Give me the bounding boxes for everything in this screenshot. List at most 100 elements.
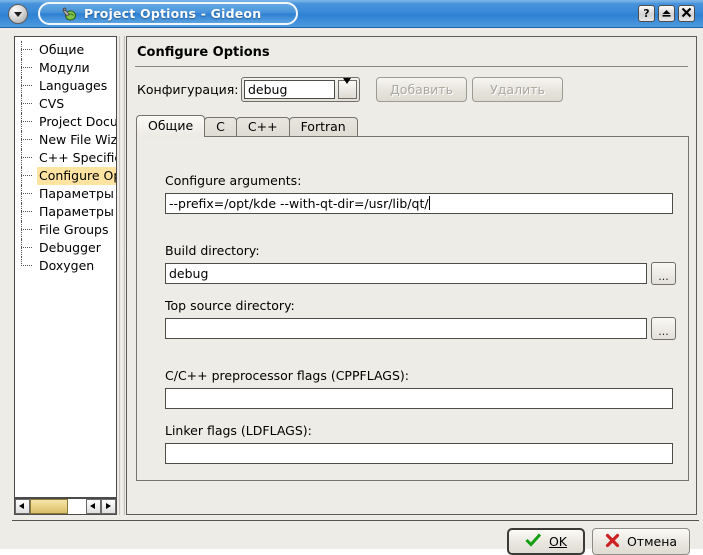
sidebar-item[interactable]: Doxygen (15, 257, 116, 275)
tab[interactable]: Общие (136, 115, 205, 137)
tree-stem (21, 239, 22, 257)
close-button[interactable] (678, 5, 695, 22)
tree-branch (21, 247, 32, 248)
sidebar-item-label: Project Docum (37, 113, 116, 131)
close-x-icon (681, 7, 692, 20)
tab-label: C (216, 119, 225, 134)
ok-label: OK (549, 534, 567, 549)
tab[interactable]: C++ (236, 117, 290, 137)
sidebar-item-label: Doxygen (37, 257, 96, 275)
tree-stem (21, 221, 22, 239)
tab[interactable]: C (204, 117, 237, 137)
tree-stem (21, 167, 22, 185)
field-label: Top source directory: (165, 298, 295, 313)
scroll-right-button[interactable] (101, 499, 116, 514)
options-category-tree[interactable]: ОбщиеМодулиLanguagesCVSProject DocumNew … (14, 36, 117, 498)
tree-branch (21, 265, 32, 266)
chevron-down-icon[interactable] (338, 80, 357, 99)
tree-stem (21, 131, 22, 149)
sidebar-item[interactable]: File Groups (15, 221, 116, 239)
tab-label: C++ (248, 119, 278, 134)
shade-button[interactable] (658, 5, 675, 22)
tree-branch (21, 157, 32, 158)
field-input[interactable]: --prefix=/opt/kde --with-qt-dir=/usr/lib… (165, 193, 673, 214)
green-check-icon (525, 533, 542, 550)
tree-branch (21, 49, 32, 50)
sidebar-item[interactable]: CVS (15, 95, 116, 113)
sidebar-item[interactable]: Languages (15, 77, 116, 95)
sidebar-item-label: CVS (37, 95, 66, 113)
add-configuration-button[interactable]: Добавить (376, 77, 467, 102)
tree-stem (21, 149, 22, 167)
scroll-left-button[interactable] (15, 499, 30, 514)
remove-configuration-button[interactable]: Удалить (472, 77, 563, 102)
remove-button-label: Удалить (490, 82, 545, 97)
tree-branch (21, 103, 32, 104)
tree-list: ОбщиеМодулиLanguagesCVSProject DocumNew … (15, 37, 116, 275)
tree-branch (21, 85, 32, 86)
sidebar-item-label: Модули (37, 59, 92, 77)
window-title: Project Options - Gideon (84, 6, 261, 21)
browse-button[interactable]: ... (651, 262, 676, 285)
ellipsis-icon: ... (658, 271, 669, 282)
browse-button[interactable]: ... (651, 317, 676, 340)
sidebar-item-label: Debugger (37, 239, 103, 257)
red-x-icon (605, 533, 620, 551)
sidebar-item[interactable]: Параметры п (15, 203, 116, 221)
ok-label-text: OK (549, 534, 567, 549)
sidebar-item[interactable]: Общие (15, 41, 116, 59)
tree-branch (21, 121, 32, 122)
field-label: Configure arguments: (165, 173, 301, 188)
scrollbar-track[interactable] (30, 499, 86, 514)
field-label: C/C++ preprocessor flags (CPPFLAGS): (165, 368, 409, 383)
window-title-capsule: Project Options - Gideon (38, 2, 298, 25)
tab-label: Общие (148, 118, 193, 133)
field-input[interactable] (165, 443, 673, 464)
dropdown-glyph (343, 84, 352, 98)
configuration-combobox[interactable]: debug (241, 77, 360, 102)
cancel-button[interactable]: Отмена (592, 528, 690, 555)
sidebar-item[interactable]: Project Docum (15, 113, 116, 131)
tree-stem (21, 41, 22, 59)
tree-branch (21, 175, 32, 176)
footer-divider (12, 520, 699, 521)
sidebar-item[interactable]: Debugger (15, 239, 116, 257)
tree-stem (21, 203, 22, 221)
help-button[interactable]: ? (638, 5, 655, 22)
field-input[interactable]: debug (165, 263, 647, 284)
scrollbar-thumb[interactable] (30, 499, 68, 514)
tree-branch (21, 139, 32, 140)
tree-horizontal-scrollbar[interactable] (14, 498, 117, 515)
tree-stem (21, 59, 22, 77)
tab[interactable]: Fortran (289, 117, 358, 137)
field-input[interactable] (165, 318, 647, 339)
sidebar-item[interactable]: Configure Op (15, 167, 116, 185)
field-input[interactable] (165, 388, 673, 409)
sidebar-item[interactable]: C++ Specific (15, 149, 116, 167)
window-menu-button[interactable] (8, 4, 28, 24)
tree-stem (21, 95, 22, 113)
language-tab-bar: Общие C C++ Fortran (136, 115, 357, 137)
sidebar-item-label: Параметры п (37, 203, 116, 221)
tree-stem (21, 185, 22, 203)
scroll-arrow-pair[interactable] (86, 499, 116, 514)
field-value: --prefix=/opt/kde --with-qt-dir=/usr/lib… (169, 196, 429, 211)
sidebar-item-label: Параметры з (37, 185, 116, 203)
ellipsis-icon: ... (658, 326, 669, 337)
project-options-dialog: Project Options - Gideon ? ОбщиеМо (0, 0, 703, 549)
tree-branch (21, 211, 32, 212)
configuration-value[interactable]: debug (244, 80, 335, 99)
tree-stem (21, 77, 22, 95)
scroll-left-button-2[interactable] (86, 499, 101, 514)
sidebar-item-label: Общие (37, 41, 86, 59)
sidebar-item[interactable]: Модули (15, 59, 116, 77)
field-value: debug (169, 266, 208, 281)
gideon-app-icon (62, 6, 78, 22)
shade-window-icon (661, 8, 672, 20)
ok-button[interactable]: OK (507, 528, 585, 555)
sidebar-item[interactable]: New File Wiza (15, 131, 116, 149)
configuration-label: Конфигурация: (137, 82, 238, 97)
pane-splitter[interactable] (119, 36, 125, 515)
title-bar: Project Options - Gideon ? (0, 0, 703, 28)
sidebar-item[interactable]: Параметры з (15, 185, 116, 203)
